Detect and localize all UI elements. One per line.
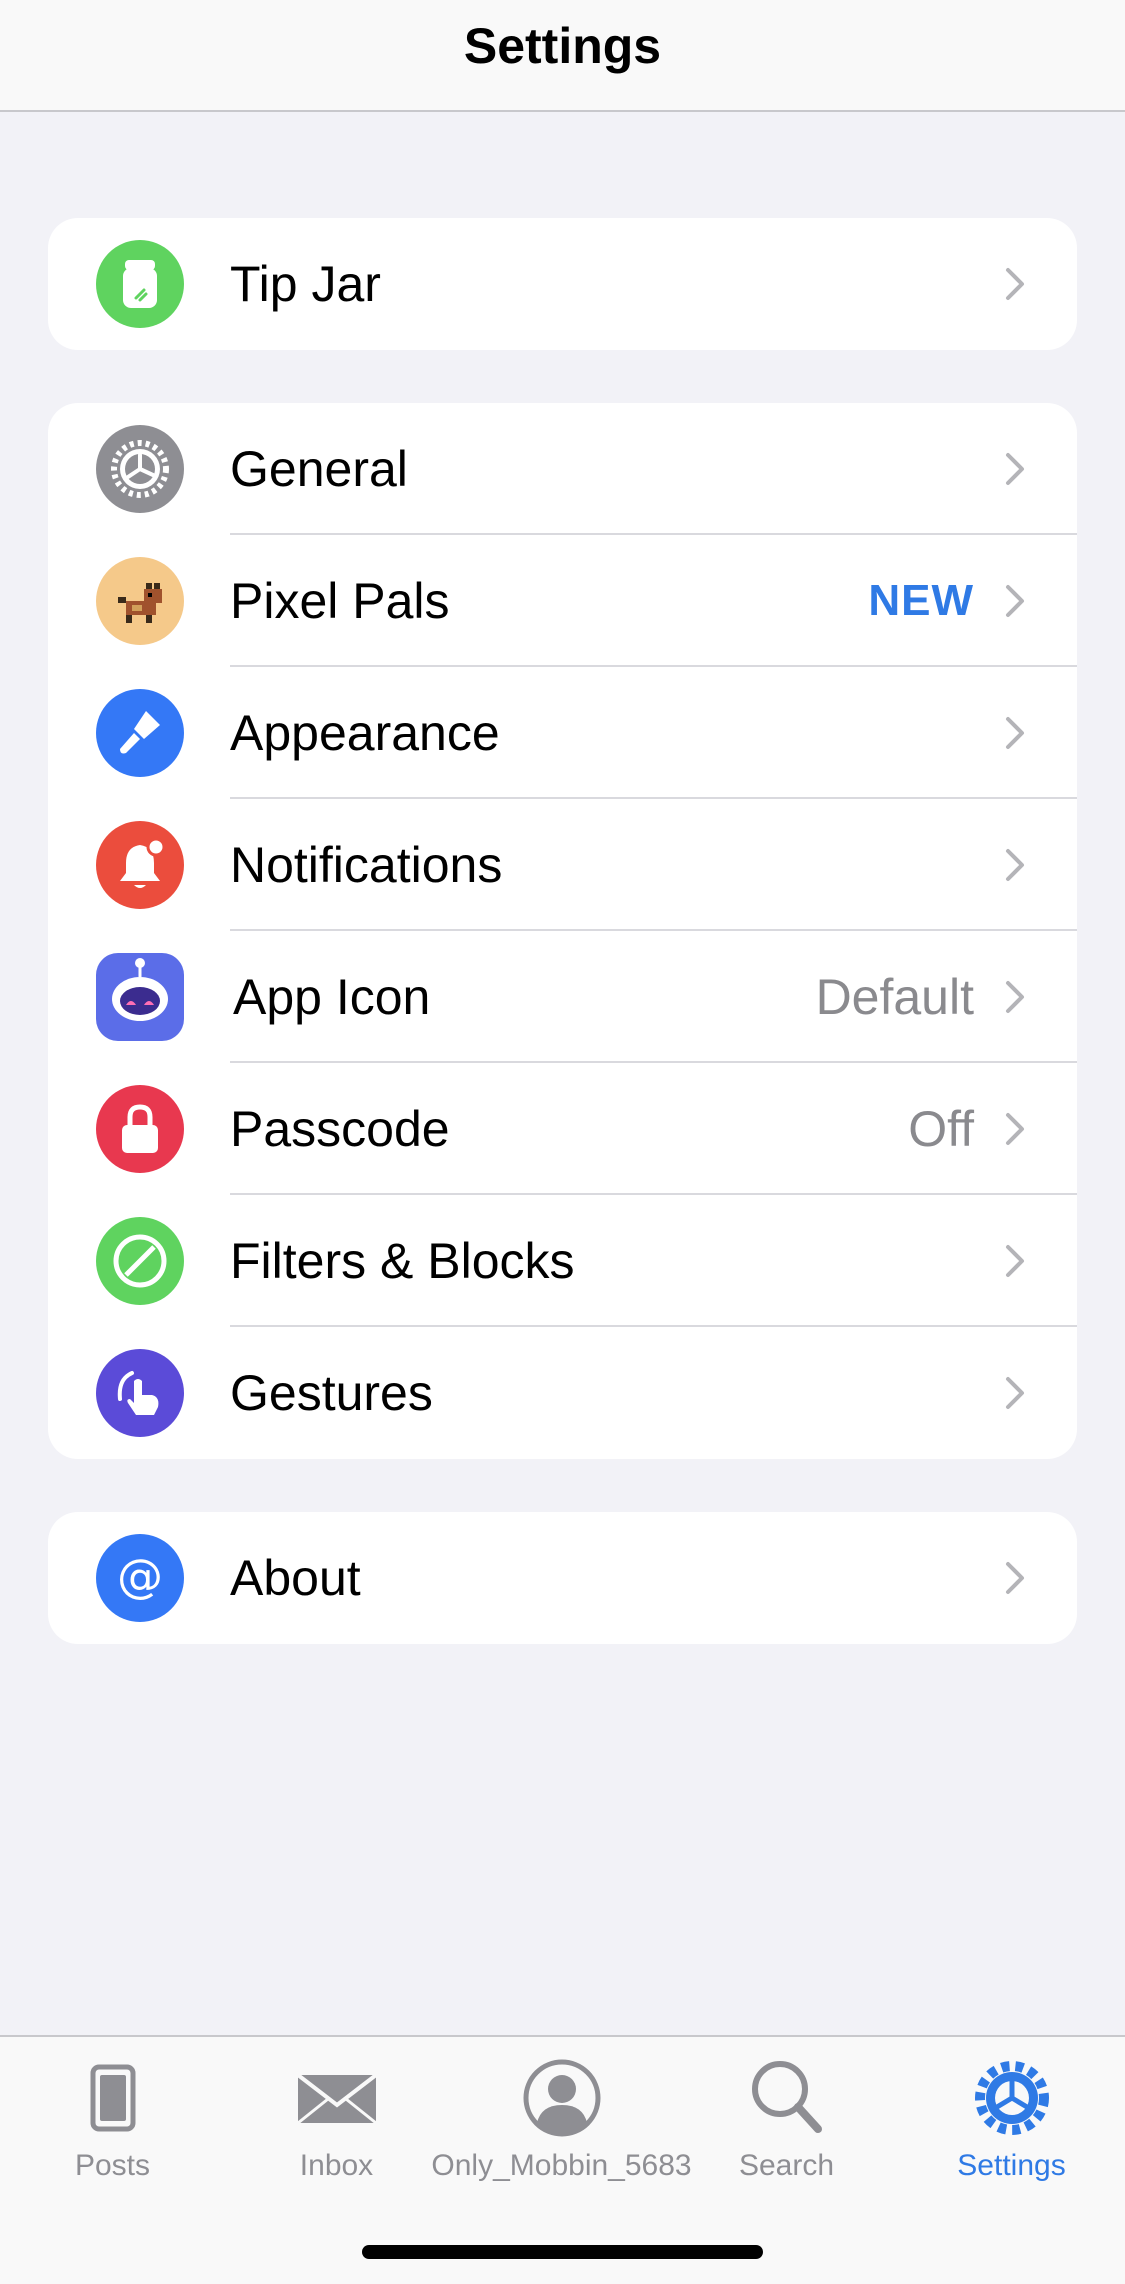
chevron-right-icon (1006, 585, 1024, 617)
tab-inbox[interactable]: Inbox (224, 2055, 449, 2195)
tipjar-group: Tip Jar (48, 218, 1077, 350)
tab-posts[interactable]: Posts (0, 2055, 225, 2195)
gestures-row[interactable]: Gestures (48, 1327, 1077, 1459)
chevron-right-icon (1006, 981, 1024, 1013)
tab-label: Inbox (299, 2149, 374, 2182)
settings-group: General Pixel Pals NEW Appearance Notifi… (48, 403, 1077, 1459)
search-icon (751, 2061, 822, 2133)
appearance-row[interactable]: Appearance (48, 667, 1077, 799)
pixel-pet-icon (96, 557, 184, 645)
chevron-right-icon (1006, 453, 1024, 485)
navigation-bar: Settings (0, 0, 1125, 112)
app-icon-row[interactable]: App Icon Default (48, 931, 1077, 1063)
chevron-right-icon (1006, 268, 1024, 300)
about-group: @ About (48, 1512, 1077, 1644)
tab-profile[interactable]: Only_Mobbin_5683 (431, 2055, 692, 2195)
pixel-pals-row[interactable]: Pixel Pals NEW (48, 535, 1077, 667)
row-label: Tip Jar (230, 256, 381, 312)
passcode-row[interactable]: Passcode Off (48, 1063, 1077, 1195)
about-row[interactable]: @ About (48, 1512, 1077, 1644)
chevron-right-icon (1006, 1113, 1024, 1145)
home-indicator (362, 2245, 763, 2259)
tipjar-row[interactable]: Tip Jar (48, 218, 1077, 350)
row-label: Gestures (230, 1365, 433, 1421)
block-icon (96, 1217, 184, 1305)
new-badge: NEW (868, 576, 974, 625)
posts-icon (90, 2064, 135, 2132)
tab-label: Only_Mobbin_5683 (431, 2149, 692, 2182)
bell-icon (96, 821, 184, 909)
tab-label: Search (738, 2149, 835, 2182)
gear-icon (974, 2061, 1049, 2135)
chevron-right-icon (1006, 717, 1024, 749)
tab-label: Posts (74, 2149, 151, 2182)
chevron-right-icon (1006, 849, 1024, 881)
chevron-right-icon (1006, 1562, 1024, 1594)
inbox-icon (296, 2073, 377, 2125)
row-label: General (230, 441, 408, 497)
row-label: App Icon (233, 969, 431, 1025)
paintbrush-icon (96, 689, 184, 777)
chevron-right-icon (1006, 1245, 1024, 1277)
jar-icon (96, 240, 184, 328)
general-row[interactable]: General (48, 403, 1077, 535)
profile-icon (523, 2059, 600, 2137)
row-label: Notifications (230, 837, 503, 893)
page-title: Settings (463, 18, 662, 74)
gear-icon (96, 425, 184, 513)
at-sign-icon: @ (96, 1534, 184, 1622)
chevron-right-icon (1006, 1377, 1024, 1409)
row-label: Passcode (230, 1101, 450, 1157)
row-label: Appearance (230, 705, 500, 761)
passcode-value: Off (908, 1101, 974, 1157)
row-label: Filters & Blocks (230, 1233, 575, 1289)
hand-tap-icon (96, 1349, 184, 1437)
lock-icon (96, 1085, 184, 1173)
svg-text:@: @ (117, 1549, 163, 1603)
robot-app-icon (96, 953, 184, 1041)
row-label: About (230, 1550, 361, 1606)
filters-row[interactable]: Filters & Blocks (48, 1195, 1077, 1327)
app-icon-value: Default (815, 969, 974, 1025)
row-label: Pixel Pals (230, 573, 450, 629)
notifications-row[interactable]: Notifications (48, 799, 1077, 931)
tab-label: Settings (957, 2149, 1066, 2182)
tab-search[interactable]: Search (674, 2055, 899, 2195)
tab-settings[interactable]: Settings (899, 2055, 1124, 2195)
